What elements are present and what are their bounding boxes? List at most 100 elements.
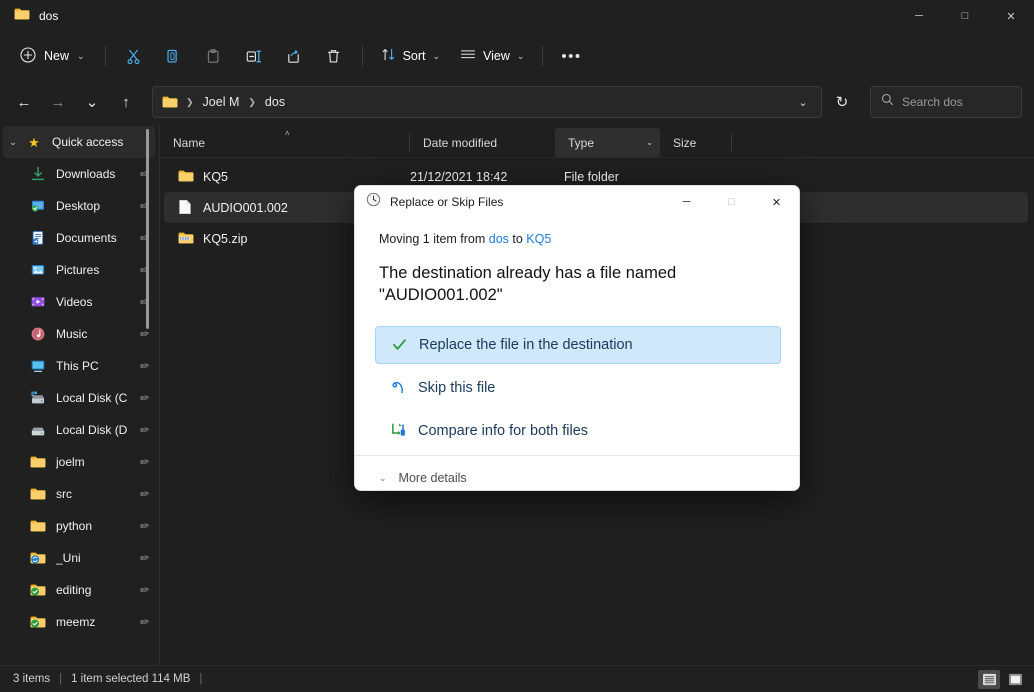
breadcrumb-item-0[interactable]: Joel M	[198, 92, 245, 112]
sidebar-scrollbar-thumb[interactable]	[146, 129, 149, 329]
pin-icon[interactable]: ✐	[135, 357, 154, 376]
chevron-down-icon[interactable]: ⌄	[646, 138, 653, 147]
column-header-size[interactable]: Size	[660, 128, 732, 157]
refresh-button[interactable]: ↻	[826, 86, 858, 118]
details-view-icon[interactable]	[978, 669, 1000, 689]
maximize-button[interactable]: □	[942, 0, 988, 32]
sidebar-item-joelm[interactable]: joelm ✐	[3, 446, 155, 478]
forward-button[interactable]: →	[42, 86, 74, 118]
rename-button[interactable]	[235, 40, 273, 72]
pin-icon[interactable]: ✐	[135, 389, 154, 408]
pin-icon[interactable]: ✐	[135, 261, 154, 280]
sidebar-item-src[interactable]: src ✐	[3, 478, 155, 510]
share-button[interactable]	[275, 40, 313, 72]
dialog-maximize-button[interactable]: □	[709, 186, 754, 218]
large-icons-view-icon[interactable]	[1004, 670, 1026, 689]
dialog-option-check[interactable]: Replace the file in the destination	[375, 325, 781, 364]
sidebar-item-label: Desktop	[56, 199, 101, 213]
delete-button[interactable]	[315, 40, 353, 72]
sidebar-item-label: _Uni	[56, 551, 81, 565]
dialog-subtitle-mid: to	[508, 232, 527, 246]
search-input[interactable]	[902, 95, 1011, 109]
dialog-footer: ⌄ More details	[355, 454, 799, 490]
breadcrumb-item-1[interactable]: dos	[260, 92, 290, 112]
pin-icon[interactable]: ✐	[135, 165, 154, 184]
pin-icon[interactable]: ✐	[135, 549, 154, 568]
sidebar-item-label: joelm	[56, 455, 85, 469]
dialog-option-skip[interactable]: Skip this file	[375, 369, 781, 407]
documents-icon	[27, 228, 49, 248]
column-header-date-modified[interactable]: Date modified	[410, 128, 555, 157]
pin-icon[interactable]: ✐	[135, 293, 154, 312]
column-header-name[interactable]: ˄ Name	[160, 128, 410, 157]
address-row: ← → ⌄ ↑ ❯ Joel M ❯ dos ⌄ ↻	[0, 80, 1034, 124]
sidebar-item-uni[interactable]: _Uni ✐	[3, 542, 155, 574]
chevron-down-icon[interactable]: ⌄	[3, 126, 23, 158]
up-button[interactable]: ↑	[110, 86, 142, 118]
sidebar-item-label: python	[56, 519, 93, 533]
dialog-option-compare[interactable]: Compare info for both files	[375, 412, 781, 450]
ellipsis-icon: •••	[561, 47, 582, 65]
breadcrumb[interactable]: ❯ Joel M ❯ dos ⌄	[152, 86, 822, 118]
column-header-label: Size	[673, 135, 697, 150]
sidebar-item-videos[interactable]: Videos ✐	[3, 286, 155, 318]
sidebar-item-quick-access[interactable]: ⌄ ★ Quick access	[3, 126, 155, 158]
source-folder-link[interactable]: dos	[489, 232, 509, 246]
pin-icon[interactable]: ✐	[135, 197, 154, 216]
dialog-close-button[interactable]: ✕	[754, 186, 799, 218]
pin-icon[interactable]: ✐	[135, 229, 154, 248]
dialog-titlebar-left: Replace or Skip Files	[355, 192, 503, 212]
sidebar-item-python[interactable]: python ✐	[3, 510, 155, 542]
sidebar-item-label: Videos	[56, 295, 93, 309]
selection-info: 1 item selected 114 MB	[71, 673, 191, 685]
paste-button[interactable]	[195, 40, 233, 72]
column-divider[interactable]	[731, 134, 732, 151]
sidebar-item-editing[interactable]: editing ✐	[3, 574, 155, 606]
column-header-type[interactable]: Type ⌄	[555, 128, 660, 157]
dialog-title: Replace or Skip Files	[390, 195, 504, 209]
pin-icon[interactable]: ✐	[135, 485, 154, 504]
copy-button[interactable]	[155, 40, 193, 72]
sort-button[interactable]: Sort ⌄	[372, 40, 449, 72]
folder-icon	[27, 452, 49, 472]
cut-button[interactable]	[115, 40, 153, 72]
pin-icon[interactable]: ✐	[135, 517, 154, 536]
dialog-option-label: Compare info for both files	[418, 422, 589, 439]
pin-icon[interactable]: ✐	[135, 325, 154, 344]
destination-folder-link[interactable]: KQ5	[526, 232, 551, 246]
pin-icon[interactable]: ✐	[135, 581, 154, 600]
back-button[interactable]: ←	[8, 86, 40, 118]
sidebar-item-this-pc[interactable]: This PC ✐	[3, 350, 155, 382]
sidebar-item-music[interactable]: Music ✐	[3, 318, 155, 350]
dialog-minimize-button[interactable]: ─	[664, 186, 709, 218]
address-dropdown-button[interactable]: ⌄	[789, 89, 817, 115]
search-box[interactable]	[870, 86, 1022, 118]
pin-icon[interactable]: ✐	[135, 613, 154, 632]
sidebar-item-meemz[interactable]: meemz ✐	[3, 606, 155, 638]
sidebar-item-documents[interactable]: Documents ✐	[3, 222, 155, 254]
sidebar-item-local-disk-c[interactable]: Local Disk (C ✐	[3, 382, 155, 414]
sidebar-item-pictures[interactable]: Pictures ✐	[3, 254, 155, 286]
recent-locations-button[interactable]: ⌄	[76, 86, 108, 118]
file-date-cell: 21/12/2021 18:42	[410, 169, 508, 184]
sidebar-item-desktop[interactable]: Desktop ✐	[3, 190, 155, 222]
folder-icon	[27, 516, 49, 536]
view-button[interactable]: View ⌄	[451, 40, 533, 72]
sidebar-item-local-disk-d[interactable]: Local Disk (D ✐	[3, 414, 155, 446]
folder-icon	[162, 95, 178, 109]
drive-c-icon	[27, 388, 49, 408]
dialog-subtitle-prefix: Moving 1 item from	[379, 232, 489, 246]
pin-icon[interactable]: ✐	[135, 453, 154, 472]
dialog-body: Moving 1 item from dos to KQ5 The destin…	[355, 218, 799, 455]
column-header-label: Type	[568, 135, 595, 150]
pin-icon[interactable]: ✐	[135, 421, 154, 440]
new-button[interactable]: New ⌄	[12, 40, 96, 72]
paste-icon	[207, 48, 219, 63]
column-headers: ˄ Name Date modified Type ⌄ Size	[160, 128, 1034, 158]
sidebar-item-downloads[interactable]: Downloads ✐	[3, 158, 155, 190]
minimize-button[interactable]: ─	[896, 0, 942, 32]
folder-check-icon	[27, 612, 49, 632]
close-button[interactable]: ✕	[988, 0, 1034, 32]
more-details-button[interactable]: ⌄ More details	[379, 471, 467, 485]
more-options-button[interactable]: •••	[552, 40, 590, 72]
